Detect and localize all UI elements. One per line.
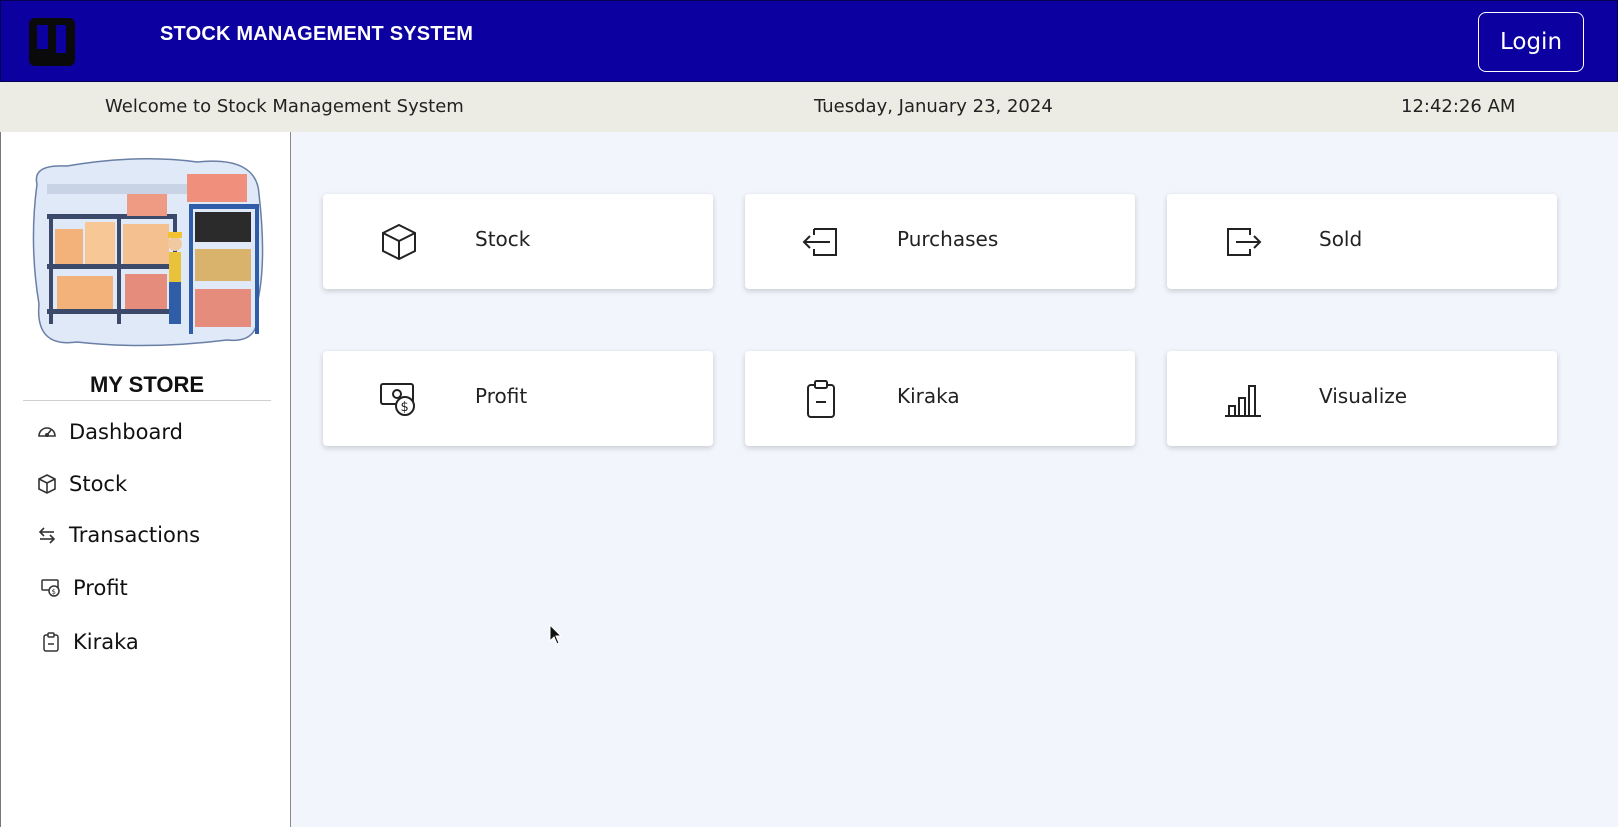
top-navbar: STOCK MANAGEMENT SYSTEM Login (0, 0, 1618, 82)
card-label: Purchases (897, 227, 999, 251)
card-label: Visualize (1319, 384, 1408, 408)
card-label: Stock (475, 227, 531, 251)
sidebar-item-label: Dashboard (69, 420, 183, 444)
sidebar-item-transactions[interactable]: Transactions (35, 518, 200, 552)
card-kiraka[interactable]: Kiraka (745, 351, 1135, 446)
card-profit[interactable]: $ Profit (323, 351, 713, 446)
cash-icon: $ (39, 576, 63, 600)
sidebar-item-label: Profit (73, 576, 128, 600)
bar-chart-icon (1225, 385, 1261, 417)
store-name: MY STORE (89, 372, 205, 397)
welcome-text: Welcome to Stock Management System (105, 96, 464, 117)
info-bar: Welcome to Stock Management System Tuesd… (0, 82, 1618, 132)
enter-icon (802, 228, 837, 256)
sidebar-item-dashboard[interactable]: Dashboard (35, 415, 183, 449)
dashboard-gauge-icon (35, 420, 59, 444)
svg-text:$: $ (401, 400, 409, 415)
mouse-cursor-icon (549, 624, 563, 645)
login-button[interactable]: Login (1478, 12, 1584, 72)
clipboard-icon (39, 630, 63, 654)
sidebar-item-label: Transactions (69, 523, 201, 547)
card-label: Profit (475, 384, 528, 408)
sidebar: MY STORE Dashboard Stock Transactions $ (0, 132, 291, 827)
box-icon (382, 223, 416, 261)
app-title: STOCK MANAGEMENT SYSTEM (160, 23, 474, 45)
card-purchases[interactable]: Purchases (745, 194, 1135, 289)
divider (23, 400, 271, 401)
current-date: Tuesday, January 23, 2024 (814, 96, 1053, 117)
arrows-exchange-icon (35, 523, 59, 547)
card-visualize[interactable]: Visualize (1167, 351, 1557, 446)
sidebar-item-kiraka[interactable]: Kiraka (39, 625, 139, 659)
sidebar-item-label: Kiraka (73, 630, 139, 654)
sidebar-item-label: Stock (69, 472, 128, 496)
clipboard-icon (807, 380, 835, 418)
cash-icon: $ (380, 383, 415, 416)
sidebar-item-stock[interactable]: Stock (35, 467, 127, 501)
card-label: Kiraka (897, 384, 960, 408)
card-label: Sold (1319, 227, 1363, 251)
svg-text:$: $ (52, 588, 56, 596)
card-stock[interactable]: Stock (323, 194, 713, 289)
sidebar-item-profit[interactable]: $ Profit (39, 571, 128, 605)
card-sold[interactable]: Sold (1167, 194, 1557, 289)
current-time: 12:42:26 AM (1401, 96, 1516, 117)
app-logo-icon (29, 18, 75, 66)
warehouse-illustration (32, 158, 264, 347)
box-icon (35, 472, 59, 496)
exit-icon (1227, 228, 1262, 256)
main-content: Stock Purchases Sold $ Profit Kiraka Vis… (291, 132, 1618, 827)
